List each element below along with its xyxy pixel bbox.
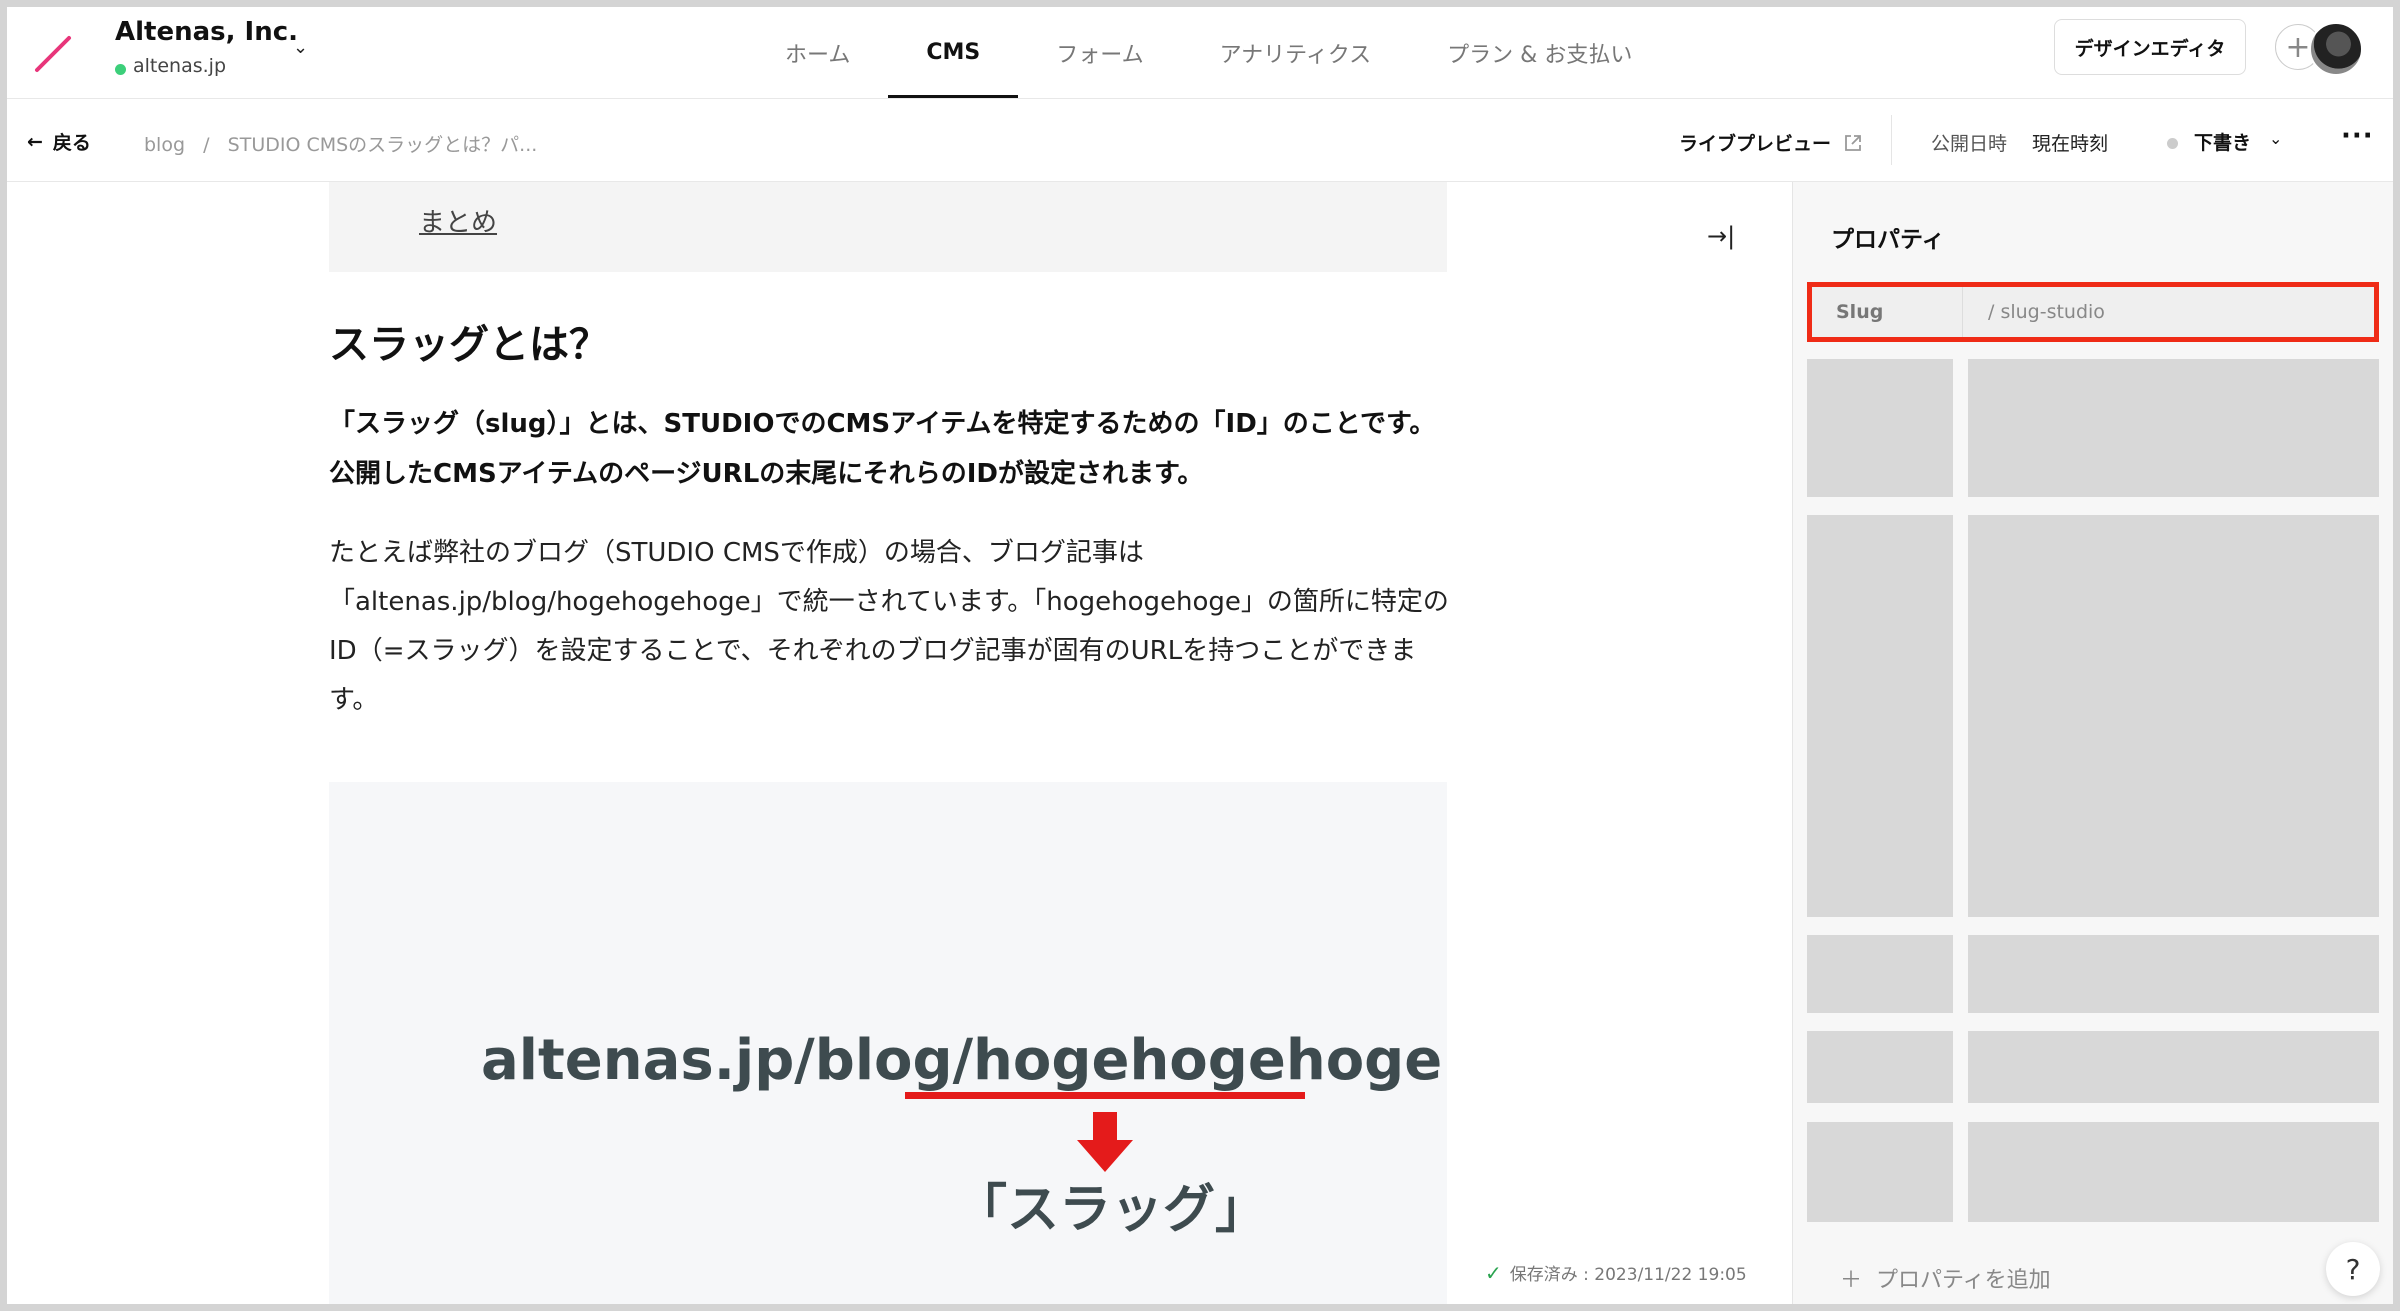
property-key-placeholder[interactable]	[1807, 1122, 1953, 1222]
nav-plan-billing[interactable]: プラン & お支払い	[1409, 7, 1670, 98]
publish-date-label: 公開日時	[1931, 133, 2008, 155]
property-key-placeholder[interactable]	[1807, 515, 1953, 917]
org-domain: altenas.jp	[133, 55, 227, 77]
live-preview-label: ライブプレビュー	[1679, 133, 1832, 155]
breadcrumb[interactable]: blog / STUDIO CMSのスラッグとは？パ...	[144, 130, 537, 157]
chevron-down-icon[interactable]: ⌄	[293, 37, 308, 58]
help-button[interactable]: ?	[2326, 1242, 2380, 1296]
avatar[interactable]	[2309, 22, 2363, 76]
online-status-dot	[115, 64, 126, 75]
saved-status-text: 保存済み : 2023/11/22 19:05	[1509, 1265, 1747, 1285]
toolbar-divider	[1891, 115, 1892, 165]
property-key-placeholder[interactable]	[1807, 935, 1953, 1013]
toc-link-summary[interactable]: まとめ	[419, 202, 497, 239]
property-key-placeholder[interactable]	[1807, 359, 1953, 497]
property-separator	[1962, 287, 1963, 337]
slug-input[interactable]: / slug-studio	[1988, 301, 2105, 323]
live-preview-button[interactable]: ライブプレビュー	[1679, 129, 1863, 156]
property-key-placeholder[interactable]	[1807, 1031, 1953, 1103]
back-label: 戻る	[52, 132, 91, 154]
collapse-panel-icon[interactable]: →|	[1707, 222, 1735, 250]
status-dropdown[interactable]: 下書き	[2194, 128, 2251, 155]
property-value-placeholder[interactable]	[1968, 359, 2379, 497]
app-window: Altenas, Inc. altenas.jp ⌄ ホーム CMS フォーム …	[7, 7, 2393, 1304]
add-property-button[interactable]: ＋ プロパティを追加	[1840, 1262, 2051, 1294]
top-bar: Altenas, Inc. altenas.jp ⌄ ホーム CMS フォーム …	[7, 7, 2393, 99]
image-slug-underline	[905, 1092, 1305, 1099]
property-value-placeholder[interactable]	[1968, 515, 2379, 917]
slug-property-row[interactable]: Slug / slug-studio	[1807, 282, 2379, 342]
item-toolbar: ← 戻る blog / STUDIO CMSのスラッグとは？パ... ライブプレ…	[7, 99, 2393, 182]
image-url-text: altenas.jp/blog/hogehogehoge	[481, 1028, 1442, 1093]
image-url-prefix: altenas.jp/blog/	[481, 1028, 974, 1093]
properties-title: プロパティ	[1831, 227, 1945, 253]
check-icon: ✓	[1485, 1260, 1502, 1285]
nav-form[interactable]: フォーム	[1018, 7, 1181, 98]
back-button[interactable]: ← 戻る	[27, 128, 91, 155]
slug-key: Slug	[1836, 301, 1884, 323]
main-nav: ホーム CMS フォーム アナリティクス プラン & お支払い	[747, 7, 1670, 98]
save-status: ✓ 保存済み : 2023/11/22 19:05	[1485, 1260, 1747, 1286]
design-editor-button[interactable]: デザインエディタ	[2054, 19, 2246, 75]
publish-date-value[interactable]: 現在時刻	[2032, 129, 2108, 156]
property-value-placeholder[interactable]	[1968, 1031, 2379, 1103]
external-link-icon	[1845, 134, 1861, 151]
studio-logo-icon[interactable]	[31, 32, 75, 76]
property-value-placeholder[interactable]	[1968, 935, 2379, 1013]
chevron-down-icon[interactable]: ⌄	[2269, 129, 2282, 148]
arrow-down-icon	[1077, 1112, 1133, 1172]
more-options-icon[interactable]: ···	[2341, 121, 2374, 151]
image-caption: 「スラッグ」	[955, 1180, 1268, 1240]
article-heading[interactable]: スラッグとは？	[329, 312, 609, 370]
article-body[interactable]: たとえば弊社のブログ（STUDIO CMSで作成）の場合、ブログ記事は「alte…	[329, 529, 1449, 725]
draft-status-dot	[2167, 138, 2178, 149]
org-name[interactable]: Altenas, Inc.	[115, 17, 298, 47]
nav-home[interactable]: ホーム	[747, 7, 888, 98]
nav-analytics[interactable]: アナリティクス	[1182, 7, 1410, 98]
property-value-placeholder[interactable]	[1968, 1122, 2379, 1222]
arrow-left-icon: ←	[27, 130, 43, 153]
nav-cms[interactable]: CMS	[888, 7, 1019, 98]
article-lead[interactable]: 「スラッグ（slug）」とは、STUDIOでのCMSアイテムを特定するための「I…	[329, 399, 1449, 499]
image-url-slug: hogehogehoge	[973, 1028, 1443, 1093]
